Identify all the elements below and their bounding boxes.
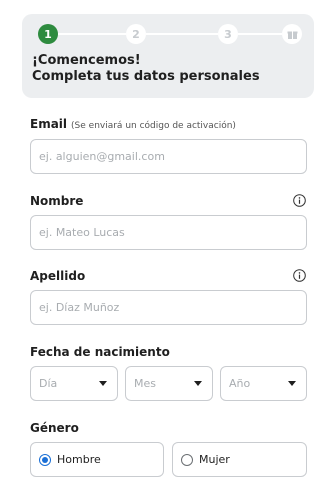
apellido-label: Apellido	[30, 269, 86, 283]
step-final	[282, 24, 302, 44]
nombre-label: Nombre	[30, 194, 84, 208]
step-connector	[146, 33, 218, 35]
email-label: Email (Se enviará un código de activación…	[30, 117, 236, 133]
email-hint: (Se enviará un código de activación)	[71, 121, 236, 131]
gender-option-hombre[interactable]: Hombre	[30, 442, 164, 477]
day-select[interactable]: Día	[30, 366, 118, 401]
step-connector	[58, 33, 126, 35]
gender-option-mujer[interactable]: Mujer	[172, 442, 307, 477]
step-connector	[238, 33, 282, 35]
day-select-value: Día	[39, 377, 58, 390]
caret-down-icon	[288, 381, 296, 386]
gender-option-label: Mujer	[199, 453, 230, 466]
month-select-value: Mes	[134, 377, 156, 390]
info-icon[interactable]	[293, 269, 306, 282]
gender-option-label: Hombre	[57, 453, 101, 466]
step-2: 2	[126, 24, 146, 44]
caret-down-icon	[194, 381, 202, 386]
nombre-field[interactable]	[30, 215, 307, 250]
email-label-text: Email	[30, 117, 68, 131]
step-1: 1	[38, 24, 58, 44]
year-select[interactable]: Año	[220, 366, 307, 401]
page-subtitle: Completa tus datos personales	[32, 69, 260, 84]
caret-down-icon	[99, 381, 107, 386]
email-field[interactable]	[30, 139, 307, 174]
birthdate-label: Fecha de nacimiento	[30, 345, 170, 359]
month-select[interactable]: Mes	[125, 366, 213, 401]
step-3: 3	[218, 24, 238, 44]
radio-checked-icon	[39, 454, 51, 466]
page-title: ¡Comencemos!	[32, 53, 141, 68]
gender-label: Género	[30, 421, 79, 435]
apellido-field[interactable]	[30, 290, 307, 325]
radio-unchecked-icon	[181, 454, 193, 466]
progress-stepper: 1 2 3	[38, 22, 302, 46]
registration-header: 1 2 3 ¡Comencemos! Completa tus datos pe…	[22, 14, 314, 98]
info-icon[interactable]	[293, 194, 306, 207]
year-select-value: Año	[229, 377, 251, 390]
gift-icon	[287, 31, 297, 39]
